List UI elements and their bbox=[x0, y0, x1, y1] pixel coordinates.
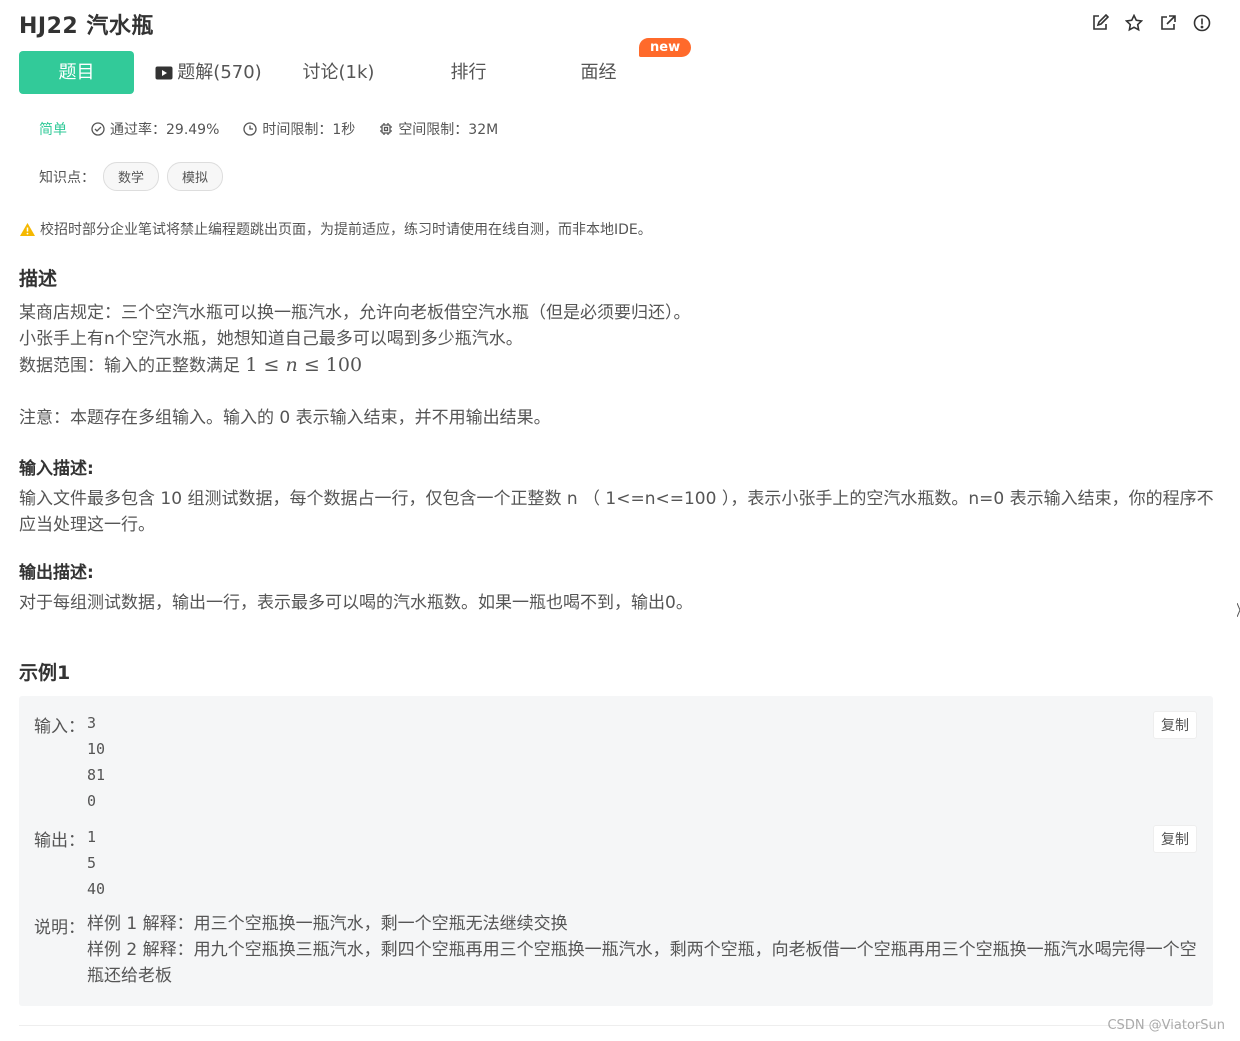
example-explanation: 样例 1 解释：用三个空瓶换一瓶汽水，剩一个空瓶无法继续交换 样例 2 解释：用… bbox=[87, 911, 1197, 989]
example-output-values: 1 5 40 bbox=[87, 824, 105, 902]
tab-solutions[interactable]: 题解(570) bbox=[151, 51, 266, 94]
input-desc-heading: 输入描述: bbox=[19, 459, 94, 479]
input-line: 0 bbox=[87, 792, 97, 810]
tag-simulation[interactable]: 模拟 bbox=[167, 162, 224, 191]
edit-icon[interactable] bbox=[1090, 13, 1110, 33]
time-limit-text: 时间限制：1秒 bbox=[262, 122, 356, 138]
input-line: 3 bbox=[87, 714, 97, 732]
time-limit: 时间限制：1秒 bbox=[243, 119, 355, 139]
example-output-label: 输出： bbox=[34, 831, 85, 851]
new-badge: new bbox=[639, 38, 692, 57]
knowledge-points: 知识点： 数学 模拟 bbox=[39, 162, 224, 191]
page-title: HJ22 汽水瓶 bbox=[19, 14, 154, 39]
range-formula: 1 ≤ n ≤ 100 bbox=[245, 354, 362, 376]
math-lo: 1 bbox=[245, 354, 258, 376]
copy-input-button[interactable]: 复制 bbox=[1153, 711, 1197, 739]
input-line: 10 bbox=[87, 740, 106, 758]
description-heading: 描述 bbox=[19, 268, 58, 290]
knowledge-label: 知识点： bbox=[39, 169, 95, 186]
output-desc-text: 对于每组测试数据，输出一行，表示最多可以喝的汽水瓶数。如果一瓶也喝不到，输出0。 bbox=[19, 593, 693, 613]
input-desc-text: 输入文件最多包含 10 组测试数据，每个数据占一行，仅包含一个正整数 n （ 1… bbox=[19, 489, 1214, 535]
output-line: 40 bbox=[87, 880, 106, 898]
description-line-2: 小张手上有n个空汽水瓶，她想知道自己最多可以喝到多少瓶汽水。 bbox=[19, 329, 523, 349]
explain-line-2: 样例 2 解释：用九个空瓶换三瓶汽水，剩四个空瓶再用三个空瓶换一瓶汽水，剩两个空… bbox=[87, 940, 1197, 986]
check-circle-icon bbox=[91, 122, 105, 136]
share-icon[interactable] bbox=[1158, 13, 1178, 33]
example-input-values: 3 10 81 0 bbox=[87, 710, 105, 814]
explain-line-1: 样例 1 解释：用三个空瓶换一瓶汽水，剩一个空瓶无法继续交换 bbox=[87, 914, 568, 934]
pass-rate-text: 通过率：29.49% bbox=[110, 122, 220, 138]
exam-warning: 校招时部分企业笔试将禁止编程题跳出页面，为提前适应，练习时请使用在线自测，而非本… bbox=[19, 219, 652, 239]
example-box: 输入： 3 10 81 0 复制 输出： 1 5 40 复制 说明： 样例 1 … bbox=[19, 696, 1213, 1006]
problem-tabs: 题目 题解(570) 讨论(1k) 排行 面经 bbox=[19, 51, 1234, 94]
tag-math[interactable]: 数学 bbox=[103, 162, 160, 191]
warning-icon bbox=[20, 222, 35, 236]
description-line-1: 某商店规定：三个空汽水瓶可以换一瓶汽水，允许向老板借空汽水瓶（但是必须要归还）。 bbox=[19, 303, 691, 323]
watermark: CSDN @ViatorSun bbox=[1107, 1018, 1225, 1033]
tab-discussion[interactable]: 讨论(1k) bbox=[281, 51, 396, 94]
space-limit-text: 空间限制：32M bbox=[398, 122, 499, 138]
tab-ranking[interactable]: 排行 bbox=[411, 51, 526, 94]
tab-problem[interactable]: 题目 bbox=[19, 51, 134, 94]
example-heading: 示例1 bbox=[19, 662, 71, 684]
page-header: HJ22 汽水瓶 bbox=[0, 0, 1240, 50]
divider bbox=[19, 1025, 1213, 1026]
math-le-2: ≤ bbox=[303, 354, 320, 376]
math-var: n bbox=[285, 354, 298, 376]
tab-interview[interactable]: 面经 bbox=[541, 51, 656, 94]
output-desc-heading: 输出描述: bbox=[19, 563, 94, 583]
output-line: 5 bbox=[87, 854, 97, 872]
description-range: 数据范围：输入的正整数满足 1 ≤ n ≤ 100 bbox=[19, 352, 1219, 379]
math-hi: 100 bbox=[325, 354, 363, 376]
output-line: 1 bbox=[87, 828, 97, 846]
tab-solutions-label: 题解(570) bbox=[177, 62, 262, 83]
toolbar bbox=[1090, 13, 1212, 33]
warning-text: 校招时部分企业笔试将禁止编程题跳出页面，为提前适应，练习时请使用在线自测，而非本… bbox=[40, 222, 652, 238]
problem-meta: 简单 通过率：29.49% 时间限制：1秒 空间限制：32M bbox=[39, 119, 522, 139]
description-note: 注意：本题存在多组输入。输入的 0 表示输入结束，并不用输出结果。 bbox=[19, 408, 551, 428]
report-icon[interactable] bbox=[1192, 13, 1212, 33]
range-prefix: 数据范围：输入的正整数满足 bbox=[19, 356, 246, 376]
copy-output-button[interactable]: 复制 bbox=[1153, 825, 1197, 853]
video-icon bbox=[155, 66, 173, 79]
example-input-label: 输入： bbox=[34, 717, 85, 737]
star-icon[interactable] bbox=[1124, 13, 1144, 33]
input-line: 81 bbox=[87, 766, 106, 784]
pass-rate: 通过率：29.49% bbox=[91, 119, 219, 139]
space-limit: 空间限制：32M bbox=[379, 119, 498, 139]
math-le-1: ≤ bbox=[263, 354, 280, 376]
difficulty-label: 简单 bbox=[39, 122, 67, 138]
clock-icon bbox=[243, 122, 258, 136]
chip-icon bbox=[380, 123, 393, 135]
example-explain-label: 说明： bbox=[34, 918, 85, 938]
